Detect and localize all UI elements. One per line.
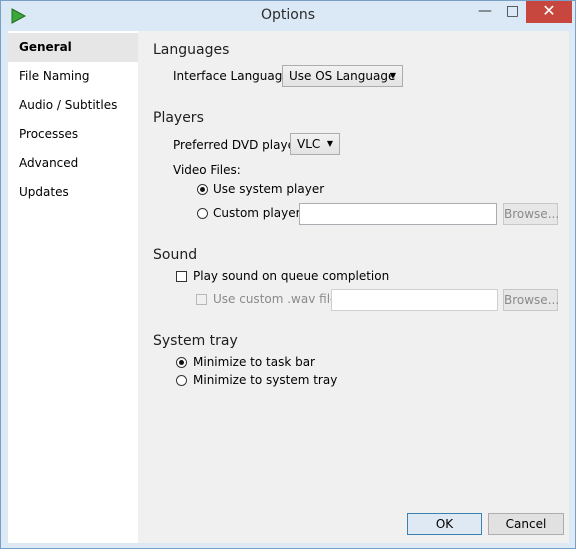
- general-settings-panel: Languages Interface Language: Use OS Lan…: [138, 31, 569, 543]
- cancel-button[interactable]: Cancel: [488, 513, 564, 535]
- preferred-dvd-player-label: Preferred DVD player:: [173, 138, 304, 152]
- interface-language-value: Use OS Language: [289, 69, 396, 83]
- custom-player-path-input[interactable]: [299, 203, 497, 225]
- minimize-task-bar-radio[interactable]: [176, 357, 187, 368]
- interface-language-select[interactable]: Use OS Language ▼: [282, 65, 403, 87]
- players-heading: Players: [153, 110, 204, 126]
- play-sound-checkbox[interactable]: [176, 271, 187, 282]
- play-sound-label[interactable]: Play sound on queue completion: [193, 269, 389, 283]
- minimize-task-bar-label[interactable]: Minimize to task bar: [193, 355, 315, 369]
- minimize-button[interactable]: —: [471, 1, 499, 23]
- minimize-system-tray-radio[interactable]: [176, 375, 187, 386]
- dvd-player-value: VLC: [297, 137, 321, 151]
- sidebar-item-audio-subtitles[interactable]: Audio / Subtitles: [8, 91, 138, 120]
- dvd-player-select[interactable]: VLC ▼: [290, 133, 340, 155]
- system-tray-heading: System tray: [153, 333, 238, 349]
- options-window: Options — □ ✕ General File Naming Audio …: [0, 0, 576, 549]
- close-button[interactable]: ✕: [526, 1, 572, 23]
- chevron-down-icon: ▼: [389, 71, 396, 80]
- sidebar-item-general[interactable]: General: [8, 33, 138, 62]
- custom-wav-checkbox[interactable]: [196, 294, 207, 305]
- custom-player-label[interactable]: Custom player:: [213, 206, 304, 220]
- sidebar-item-processes[interactable]: Processes: [8, 120, 138, 149]
- sidebar-item-advanced[interactable]: Advanced: [8, 149, 138, 178]
- sidebar-item-file-naming[interactable]: File Naming: [8, 62, 138, 91]
- minimize-system-tray-label[interactable]: Minimize to system tray: [193, 373, 337, 387]
- system-player-label[interactable]: Use system player: [213, 182, 324, 196]
- custom-wav-label: Use custom .wav file:: [213, 292, 342, 306]
- custom-wav-browse-button[interactable]: Browse...: [503, 289, 559, 311]
- chevron-down-icon: ▼: [326, 139, 333, 148]
- custom-wav-path-input[interactable]: [331, 289, 498, 311]
- custom-player-radio[interactable]: [197, 208, 208, 219]
- custom-player-browse-button[interactable]: Browse...: [503, 203, 559, 225]
- title-bar[interactable]: Options — □ ✕: [1, 1, 575, 31]
- sidebar-item-updates[interactable]: Updates: [8, 178, 138, 207]
- sound-heading: Sound: [153, 247, 198, 263]
- dialog-client-area: General File Naming Audio / Subtitles Pr…: [8, 31, 569, 543]
- ok-button[interactable]: OK: [407, 513, 482, 535]
- system-player-radio[interactable]: [197, 184, 208, 195]
- video-files-label: Video Files:: [173, 163, 241, 177]
- interface-language-label: Interface Language:: [173, 69, 294, 83]
- options-sidebar: General File Naming Audio / Subtitles Pr…: [8, 31, 138, 543]
- maximize-button[interactable]: □: [499, 1, 526, 23]
- languages-heading: Languages: [153, 42, 230, 58]
